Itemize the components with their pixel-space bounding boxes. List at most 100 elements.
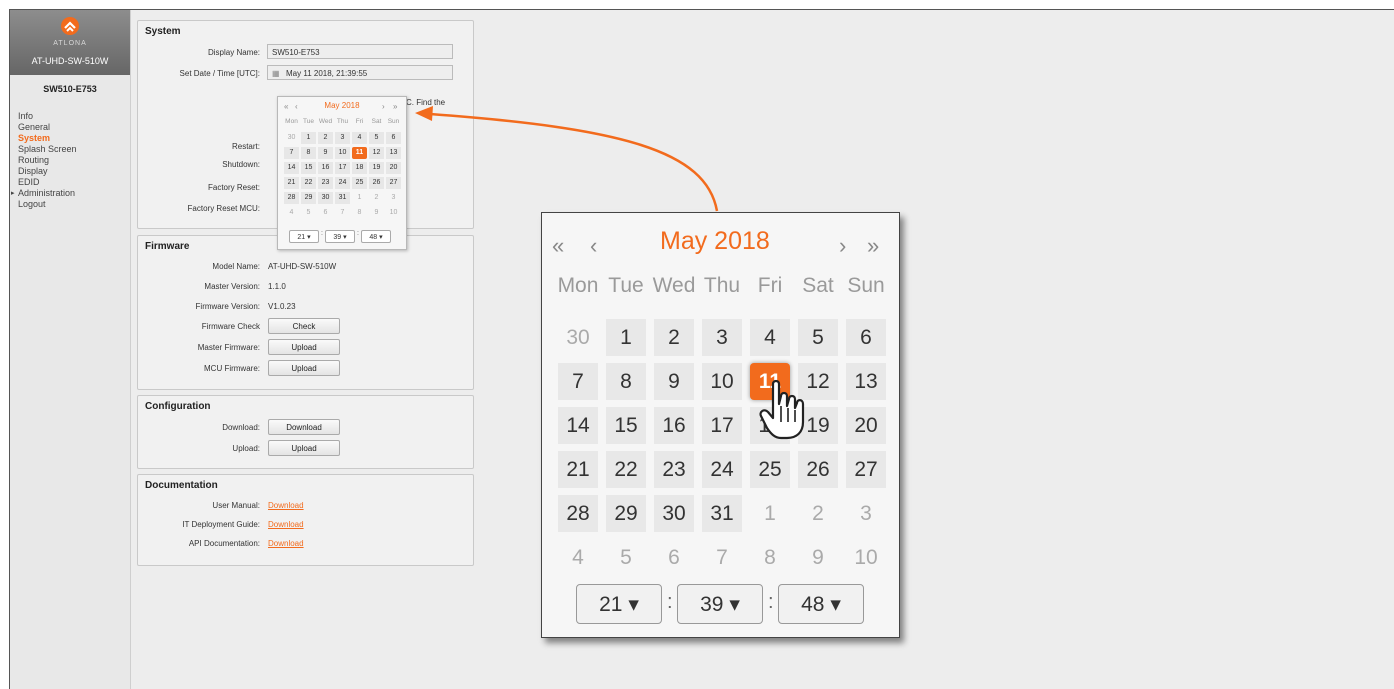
check-button[interactable]: Check xyxy=(268,318,340,334)
day-cell[interactable]: 1 xyxy=(606,319,646,356)
day-cell[interactable]: 15 xyxy=(606,407,646,444)
sidebar-item-system[interactable]: System xyxy=(18,133,77,144)
day-cell[interactable]: 26 xyxy=(798,451,838,488)
day-cell[interactable]: 4 xyxy=(750,319,790,356)
next-month-button[interactable]: › xyxy=(382,102,385,111)
config-upload-button[interactable]: Upload xyxy=(268,440,340,456)
day-cell[interactable]: 5 xyxy=(606,539,646,576)
day-cell[interactable]: 17 xyxy=(702,407,742,444)
day-cell[interactable]: 19 xyxy=(369,162,384,174)
day-cell[interactable]: 21 xyxy=(558,451,598,488)
day-cell[interactable]: 14 xyxy=(558,407,598,444)
day-cell[interactable]: 4 xyxy=(284,207,299,219)
day-cell[interactable]: 7 xyxy=(558,363,598,400)
day-cell[interactable]: 2 xyxy=(369,192,384,204)
day-cell[interactable]: 24 xyxy=(702,451,742,488)
day-cell[interactable]: 1 xyxy=(352,192,367,204)
day-cell[interactable]: 26 xyxy=(369,177,384,189)
day-cell[interactable]: 21 xyxy=(284,177,299,189)
sidebar-item-general[interactable]: General xyxy=(18,122,77,133)
day-cell[interactable]: 14 xyxy=(284,162,299,174)
selected-day-cell[interactable]: 11 xyxy=(352,147,367,159)
day-cell[interactable]: 13 xyxy=(846,363,886,400)
day-cell[interactable]: 15 xyxy=(301,162,316,174)
day-cell[interactable]: 28 xyxy=(558,495,598,532)
it-guide-download-link[interactable]: Download xyxy=(268,520,304,529)
day-cell[interactable]: 23 xyxy=(318,177,333,189)
day-cell[interactable]: 27 xyxy=(386,177,401,189)
day-cell[interactable]: 8 xyxy=(352,207,367,219)
hour-select[interactable]: 21 ▾ xyxy=(289,230,319,243)
day-cell[interactable]: 22 xyxy=(301,177,316,189)
day-cell[interactable]: 29 xyxy=(301,192,316,204)
sidebar-item-info[interactable]: Info xyxy=(18,111,77,122)
day-cell[interactable]: 10 xyxy=(846,539,886,576)
day-cell[interactable]: 20 xyxy=(846,407,886,444)
day-cell[interactable]: 20 xyxy=(386,162,401,174)
user-manual-download-link[interactable]: Download xyxy=(268,501,304,510)
sidebar-item-administration[interactable]: Administration xyxy=(18,188,77,199)
day-cell[interactable]: 13 xyxy=(386,147,401,159)
master-firmware-upload-button[interactable]: Upload xyxy=(268,339,340,355)
day-cell[interactable]: 3 xyxy=(335,132,350,144)
day-cell[interactable]: 8 xyxy=(750,539,790,576)
day-cell[interactable]: 31 xyxy=(335,192,350,204)
day-cell[interactable]: 18 xyxy=(352,162,367,174)
day-cell[interactable]: 1 xyxy=(301,132,316,144)
day-cell[interactable]: 6 xyxy=(654,539,694,576)
datetime-input[interactable]: ▦ May 11 2018, 21:39:55 xyxy=(267,65,453,80)
day-cell[interactable]: 30 xyxy=(318,192,333,204)
day-cell[interactable]: 10 xyxy=(386,207,401,219)
day-cell[interactable]: 8 xyxy=(301,147,316,159)
zoom-prev-month-button[interactable]: ‹ xyxy=(590,233,597,259)
day-cell[interactable]: 27 xyxy=(846,451,886,488)
day-cell[interactable]: 7 xyxy=(335,207,350,219)
day-cell[interactable]: 6 xyxy=(318,207,333,219)
day-cell[interactable]: 5 xyxy=(301,207,316,219)
zoom-minute-select[interactable]: 39 ▾ xyxy=(677,584,763,624)
day-cell[interactable]: 4 xyxy=(352,132,367,144)
day-cell[interactable]: 12 xyxy=(369,147,384,159)
day-cell[interactable]: 30 xyxy=(654,495,694,532)
minute-select[interactable]: 39 ▾ xyxy=(325,230,355,243)
day-cell[interactable]: 5 xyxy=(369,132,384,144)
day-cell[interactable]: 29 xyxy=(606,495,646,532)
day-cell[interactable]: 3 xyxy=(702,319,742,356)
api-doc-download-link[interactable]: Download xyxy=(268,539,304,548)
day-cell[interactable]: 16 xyxy=(318,162,333,174)
day-cell[interactable]: 6 xyxy=(386,132,401,144)
second-select[interactable]: 48 ▾ xyxy=(361,230,391,243)
day-cell[interactable]: 22 xyxy=(606,451,646,488)
sidebar-item-logout[interactable]: Logout xyxy=(18,199,77,210)
day-cell[interactable]: 10 xyxy=(335,147,350,159)
day-cell[interactable]: 2 xyxy=(798,495,838,532)
day-cell[interactable]: 30 xyxy=(558,319,598,356)
day-cell[interactable]: 31 xyxy=(702,495,742,532)
day-cell[interactable]: 9 xyxy=(318,147,333,159)
mcu-firmware-upload-button[interactable]: Upload xyxy=(268,360,340,376)
zoom-second-select[interactable]: 48 ▾ xyxy=(778,584,864,624)
sidebar-item-display[interactable]: Display xyxy=(18,166,77,177)
day-cell[interactable]: 30 xyxy=(284,132,299,144)
sidebar-item-routing[interactable]: Routing xyxy=(18,155,77,166)
day-cell[interactable]: 6 xyxy=(846,319,886,356)
zoom-hour-select[interactable]: 21 ▾ xyxy=(576,584,662,624)
display-name-input[interactable]: SW510-E753 xyxy=(267,44,453,59)
day-cell[interactable]: 16 xyxy=(654,407,694,444)
day-cell[interactable]: 25 xyxy=(352,177,367,189)
day-cell[interactable]: 3 xyxy=(386,192,401,204)
zoom-next-month-button[interactable]: › xyxy=(839,233,846,259)
day-cell[interactable]: 2 xyxy=(318,132,333,144)
day-cell[interactable]: 9 xyxy=(654,363,694,400)
sidebar-item-edid[interactable]: EDID xyxy=(18,177,77,188)
day-cell[interactable]: 25 xyxy=(750,451,790,488)
day-cell[interactable]: 23 xyxy=(654,451,694,488)
day-cell[interactable]: 1 xyxy=(750,495,790,532)
zoom-prev-year-button[interactable]: « xyxy=(552,233,564,259)
day-cell[interactable]: 9 xyxy=(798,539,838,576)
day-cell[interactable]: 9 xyxy=(369,207,384,219)
day-cell[interactable]: 4 xyxy=(558,539,598,576)
day-cell[interactable]: 7 xyxy=(702,539,742,576)
day-cell[interactable]: 8 xyxy=(606,363,646,400)
day-cell[interactable]: 7 xyxy=(284,147,299,159)
